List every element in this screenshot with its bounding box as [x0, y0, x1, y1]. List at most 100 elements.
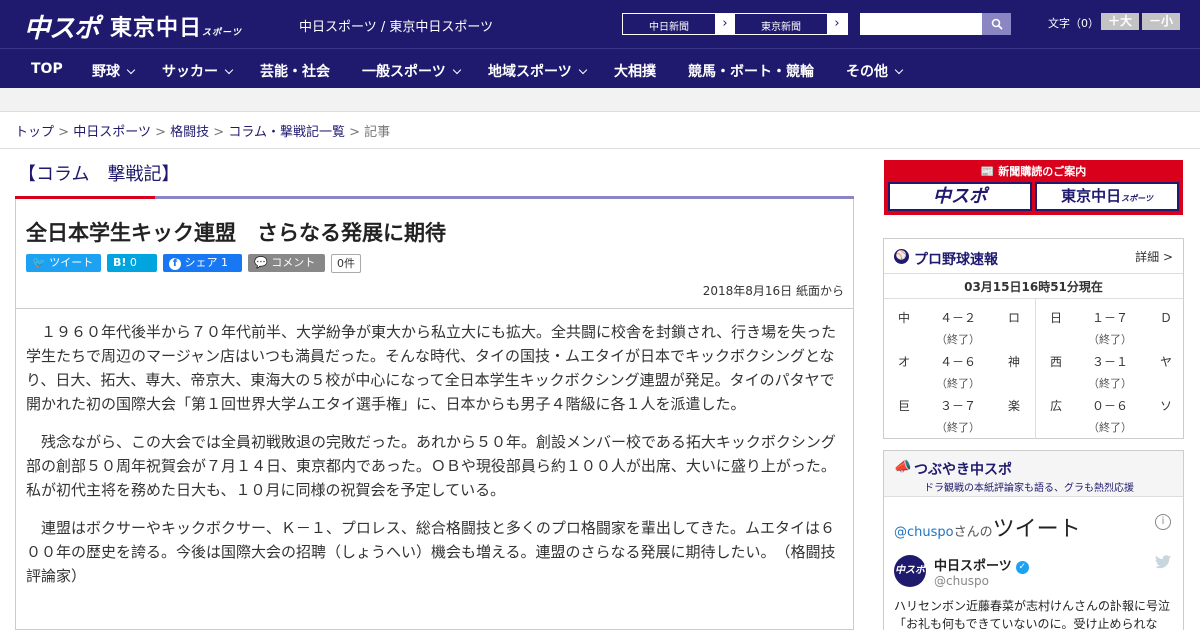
verified-icon: ✓	[1015, 561, 1029, 574]
tweet-button[interactable]: 🐦 ツイート	[26, 254, 101, 272]
hatena-count: 0	[129, 256, 137, 269]
baseball-timestamp: 03月15日16時51分現在	[884, 273, 1183, 299]
site-header: 中スポ 東京中日スポーツ 中日スポーツ / 東京中日スポーツ 中日新聞 › 東京…	[0, 0, 1200, 48]
tweets-by-suffix: さんの	[953, 525, 993, 540]
chuspo-logo[interactable]: 中スポ	[24, 8, 100, 45]
search-icon	[991, 18, 1003, 30]
comment-count[interactable]: 0件	[331, 254, 361, 273]
chevron-right-icon: ›	[715, 14, 735, 34]
article-body: １９６０年代後半から７０年代前半、大学紛争が東大から私立大にも拡大。全共闘に校舎…	[26, 320, 846, 602]
nav-item-other[interactable]: その他	[846, 61, 904, 81]
ad-band	[0, 88, 1200, 112]
tokyo-shimbun-label: 東京新聞	[761, 22, 801, 33]
home-team: 巨	[898, 399, 911, 413]
nav-item-label: 大相撲	[614, 64, 656, 80]
breadcrumb-chunichi-sports[interactable]: 中日スポーツ	[73, 125, 151, 140]
tweets-header: 📣 つぶやき中スポ ドラ観戦の本紙評論家も語る、グラも熱烈応援	[884, 451, 1183, 497]
subscribe-chuspo-logo[interactable]: 中スポ	[888, 182, 1032, 211]
site-links[interactable]: 中日スポーツ / 東京中日スポーツ	[299, 16, 493, 35]
font-smaller-button[interactable]: －小	[1142, 13, 1180, 30]
tokyo-chunichi-logo-small: スポーツ	[202, 28, 242, 38]
breadcrumb-separator: >	[155, 125, 166, 140]
info-icon[interactable]: i	[1155, 514, 1171, 530]
nav-item-label: 地域スポーツ	[488, 64, 572, 80]
baseball-scores-panel: ⚾ プロ野球速報 詳細 > 03月15日16時51分現在 中 ４－２ ロ （終了…	[883, 238, 1184, 439]
breadcrumb-column-list[interactable]: コラム・撃戦記一覧	[228, 125, 345, 140]
facebook-share-button[interactable]: f シェア 1	[163, 254, 242, 272]
nav-item-label: その他	[846, 64, 888, 80]
tokyo-shimbun-button[interactable]: 東京新聞 ›	[734, 13, 848, 35]
tweet-account-name[interactable]: 中日スポーツ ✓	[934, 555, 1029, 574]
column-heading: 【コラム 撃戦記】	[18, 164, 180, 185]
comment-button[interactable]: 💬 コメント	[248, 254, 325, 272]
breadcrumb-martial-arts[interactable]: 格闘技	[170, 125, 209, 140]
article-paragraph: 連盟はボクサーやキックボクサー、Ｋ－１、プロレス、総合格闘技と多くのプロ格闘家を…	[26, 519, 836, 585]
away-team: ソ	[1160, 399, 1173, 413]
avatar[interactable]: 中スポ	[894, 555, 926, 587]
subscription-heading-text: 新聞購読のご案内	[998, 165, 1087, 178]
article-title: 全日本学生キック連盟 さらなる発展に期待	[26, 221, 446, 245]
nav-item-sumo[interactable]: 大相撲	[614, 61, 656, 81]
search-button[interactable]	[982, 13, 1011, 35]
score: ３－１	[1091, 355, 1128, 369]
chevron-down-icon	[452, 65, 461, 75]
breadcrumb-divider	[0, 148, 1200, 149]
score: ４－６	[939, 355, 976, 369]
away-team: ロ	[1008, 311, 1021, 325]
tweets-by-line: @chuspoさんのツイート	[894, 511, 1081, 543]
score: ３－７	[939, 399, 976, 413]
breadcrumb-current: 記事	[364, 125, 391, 140]
chunichi-shimbun-button[interactable]: 中日新聞 ›	[622, 13, 736, 35]
game-score[interactable]: 日 １－７ Ｄ （終了）	[1036, 299, 1182, 346]
baseball-detail-link[interactable]: 詳細 >	[1135, 248, 1173, 265]
subscription-banner[interactable]: 📰 新聞購読のご案内 中スポ 東京中日スポーツ	[884, 160, 1183, 215]
search-input[interactable]	[860, 13, 982, 35]
breadcrumb-top[interactable]: トップ	[15, 125, 54, 140]
score: ４－２	[939, 311, 976, 325]
game-score[interactable]: 広 ０－６ ソ （終了）	[1036, 387, 1182, 434]
tokyo-chunichi-logo-text: 東京中日	[110, 16, 203, 41]
facebook-share-count: 1	[221, 256, 228, 269]
nav-item-top[interactable]: TOP	[31, 61, 63, 77]
article-paragraph: １９６０年代後半から７０年代前半、大学紛争が東大から私立大にも拡大。全共闘に校舎…	[26, 323, 837, 413]
game-status: （終了）	[936, 421, 980, 434]
nav-item-baseball[interactable]: 野球	[92, 61, 136, 81]
subscribe-tokyo-chunichi-logo[interactable]: 東京中日スポーツ	[1035, 182, 1179, 211]
nav-item-general-sports[interactable]: 一般スポーツ	[362, 61, 461, 81]
main-nav: TOP 野球 サッカー 芸能・社会 一般スポーツ 地域スポーツ 大相撲 競馬・ボ…	[0, 48, 1200, 88]
nav-item-label: 競馬・ボート・競輪	[688, 64, 814, 80]
nav-item-label: 芸能・社会	[260, 64, 330, 80]
away-team: 神	[1008, 355, 1021, 369]
comment-label: コメント	[271, 256, 316, 269]
game-score[interactable]: 巨 ３－７ 楽 （終了）	[884, 387, 1030, 434]
nav-item-soccer[interactable]: サッカー	[162, 61, 234, 81]
game-score[interactable]: 中 ４－２ ロ （終了）	[884, 299, 1030, 346]
nav-item-label: 野球	[92, 64, 120, 80]
game-score[interactable]: オ ４－６ 神 （終了）	[884, 343, 1030, 390]
tweets-by-handle[interactable]: @chuspo	[894, 525, 954, 540]
megaphone-icon: 📣	[894, 459, 912, 475]
chevron-down-icon	[578, 65, 587, 75]
tweet-text: ハリセンボン近藤春菜が志村けんさんの訃報に号泣「お礼も何もできていないのに。受け…	[894, 599, 1171, 630]
nav-item-label: サッカー	[162, 64, 218, 80]
score: ０－６	[1091, 399, 1128, 413]
home-team: 中	[898, 311, 911, 325]
chunichi-shimbun-label: 中日新聞	[649, 22, 689, 33]
game-score[interactable]: 西 ３－１ ヤ （終了）	[1036, 343, 1182, 390]
nav-item-regional-sports[interactable]: 地域スポーツ	[488, 61, 587, 81]
hatena-icon: B!	[113, 256, 127, 269]
chevron-down-icon	[224, 65, 234, 75]
away-team: 楽	[1008, 399, 1021, 413]
nav-item-label: TOP	[31, 61, 63, 77]
tweet-account-handle[interactable]: @chuspo	[934, 574, 989, 588]
tweet-label: ツイート	[49, 256, 94, 269]
speech-bubble-icon: 💬	[254, 256, 268, 269]
chevron-down-icon	[126, 65, 136, 75]
twitter-bird-icon[interactable]	[1155, 555, 1171, 569]
nav-item-racing[interactable]: 競馬・ボート・競輪	[688, 61, 814, 81]
hatena-bookmark-button[interactable]: B! 0	[107, 254, 157, 272]
article-dateline: 2018年8月16日 紙面から	[702, 284, 844, 298]
font-larger-button[interactable]: ＋大	[1101, 13, 1139, 30]
tokyo-chunichi-logo[interactable]: 東京中日スポーツ	[110, 10, 242, 42]
nav-item-entertainment[interactable]: 芸能・社会	[260, 61, 330, 81]
